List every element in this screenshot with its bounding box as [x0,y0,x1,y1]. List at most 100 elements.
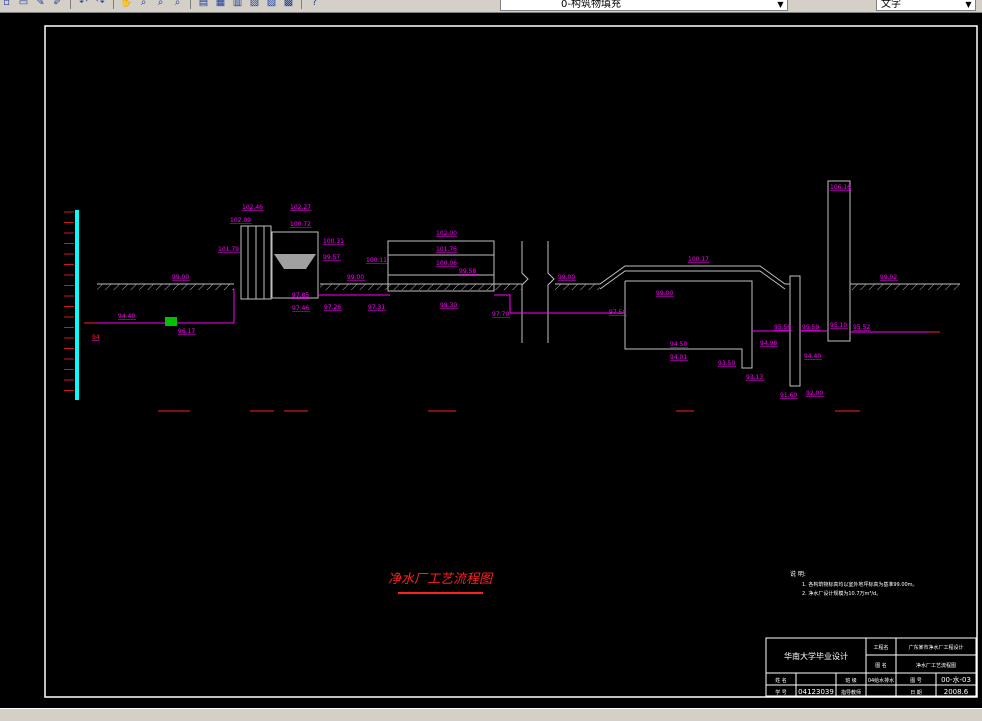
toolbar-separator [190,0,191,9]
elevation-label: 101.76 [436,246,457,253]
elevation-label: 94.40 [118,313,135,320]
text-style-value: 文字 [881,0,901,10]
elevation-label: 102.09 [230,217,251,224]
drawing-title: 净水厂工艺流程图 [388,572,494,587]
elevation-label: 95.10 [830,322,847,329]
new-file-icon[interactable]: ▫ [0,0,13,9]
toolbar-separator [113,0,114,9]
markup-icon[interactable]: ▨ [265,0,278,9]
notes-heading: 说 明: [790,570,806,578]
elevation-label: 100.17 [688,256,709,263]
elevation-label: 99.02 [880,274,897,281]
elevation-label: 100.11 [366,257,387,264]
toolbar: ▫ ▭ ✎ ✐ ↶ ↷ ✋ ⌕ ⌕ ⌕ ▤ ▦ ▥ ▧ ▨ ▩ ? 0-构筑物填… [0,0,982,13]
date-label: 日 期 [910,690,922,696]
toolbar-icons: ▫ ▭ ✎ ✐ ↶ ↷ ✋ ⌕ ⌕ ⌕ ▤ ▦ ▥ ▧ ▨ ▩ ? [0,0,321,10]
date-value: 2008.6 [944,688,969,696]
elevation-label: 92.00 [806,390,823,397]
toolbar-separator [301,0,302,9]
elevation-label: 99.57 [323,254,340,261]
properties-icon[interactable]: ▤ [197,0,210,9]
pump-well [789,275,801,387]
number-label: 学 号 [775,689,787,696]
elevation-label: 95.59 [802,324,819,331]
number-value: 04123039 [798,688,834,696]
name-label: 姓 名 [775,677,787,684]
elevation-label: 100.72 [290,221,311,228]
brush-icon[interactable]: ✐ [51,0,64,9]
zoom-window-icon[interactable]: ⌕ [154,0,167,9]
undo-icon[interactable]: ↶ [77,0,90,9]
elevation-label: 96.17 [178,328,195,335]
elevation-scale [64,210,79,400]
drawing-canvas[interactable]: 99.00 94.40 96.17 101.79 102.09 102.46 102.27 1… [0,13,982,708]
layer-dropdown[interactable]: 0-构筑物填充 ▼ [500,0,788,11]
zoom-previous-icon[interactable]: ⌕ [171,0,184,9]
ground-line [97,265,960,290]
elevation-label: 102.46 [242,204,263,211]
university-label: 华南大学毕业设计 [784,651,848,661]
drawing-name-label: 图 名 [875,662,887,669]
class-value: 04给水排水 [868,677,894,684]
elevation-label: 97.70 [492,311,509,318]
elevation-label: 100.31 [323,238,344,245]
tutor-label: 指导教师 [841,689,861,696]
elevation-label: 95.50 [774,324,791,331]
elevation-label: 94.01 [670,354,687,361]
text-style-dropdown[interactable]: 文字 ▼ [876,0,976,11]
intake-pipe [84,289,235,326]
cad-drawing[interactable]: 99.00 94.40 96.17 101.79 102.09 102.46 102.27 1… [0,13,982,708]
tool-palette-icon[interactable]: ▥ [231,0,244,9]
elevation-labels: 99.00 94.40 96.17 101.79 102.09 102.46 102.27 1… [92,184,898,399]
elevation-label: 94.98 [760,340,777,347]
status-bar [0,708,982,721]
notes-line-2: 2. 净水厂设计规模为10.7万m³/d。 [802,590,881,597]
flocculation-tank [271,231,319,299]
elevation-label: 99.00 [558,274,575,281]
pencil-icon[interactable]: ✎ [34,0,47,9]
elevation-label: 102.27 [290,204,311,211]
elevation-label: 97.85 [292,292,309,299]
toolbar-separator [70,0,71,9]
break-line [521,241,555,343]
elevation-label: 99.00 [172,274,189,281]
help-icon[interactable]: ? [308,0,321,9]
project-label: 工程名 [873,644,888,651]
layer-dropdown-value: 0-构筑物填充 [561,0,621,10]
chevron-down-icon[interactable]: ▼ [775,0,786,10]
drawing-name-value: 净水厂工艺流程图 [916,662,956,669]
elevated-tower [827,180,851,342]
clear-water-reservoir [624,280,753,369]
elevation-label: 94 [92,334,100,341]
elevation-label: 94.40 [804,353,821,360]
mixing-tank [240,225,272,300]
elevation-label: 97.31 [368,304,385,311]
elevation-label: 97.26 [324,304,341,311]
elevation-label: 100.06 [436,260,457,267]
calculator-icon[interactable]: ▩ [282,0,295,9]
flow-meter [165,317,177,326]
elevation-label: 94.50 [670,341,687,348]
sheet-value: 00-水-03 [941,675,971,684]
sheet-label: 图 号 [910,678,922,684]
pan-icon[interactable]: ✋ [120,0,133,9]
elevation-label: 102.00 [436,230,457,237]
elevation-label: 99.58 [459,268,476,275]
elevation-label: 93.50 [718,360,735,367]
notes: 说 明: 1. 各构筑物标高均以室外地坪标高为基准99.00m。 2. 净水厂设… [790,570,918,597]
sheet-set-icon[interactable]: ▧ [248,0,261,9]
project-value: 广东某市净水厂工程设计 [908,644,963,651]
elevation-label: 106.16 [830,184,851,191]
open-file-icon[interactable]: ▭ [17,0,30,9]
elevation-label: 98.30 [440,302,457,309]
zoom-realtime-icon[interactable]: ⌕ [137,0,150,9]
title-block: 华南大学毕业设计 工程名 广东某市净水厂工程设计 图 名 净水厂工艺流程图 姓 … [765,637,977,697]
notes-line-1: 1. 各构筑物标高均以室外地坪标高为基准99.00m。 [802,581,918,588]
elevation-label: 93.13 [746,374,763,381]
redo-icon[interactable]: ↷ [94,0,107,9]
drawing-title-group: 净水厂工艺流程图 [388,572,494,594]
chevron-down-icon[interactable]: ▼ [963,0,974,10]
design-center-icon[interactable]: ▦ [214,0,227,9]
elevation-label: 91.60 [780,392,797,399]
elevation-label: 97.50 [609,309,626,316]
